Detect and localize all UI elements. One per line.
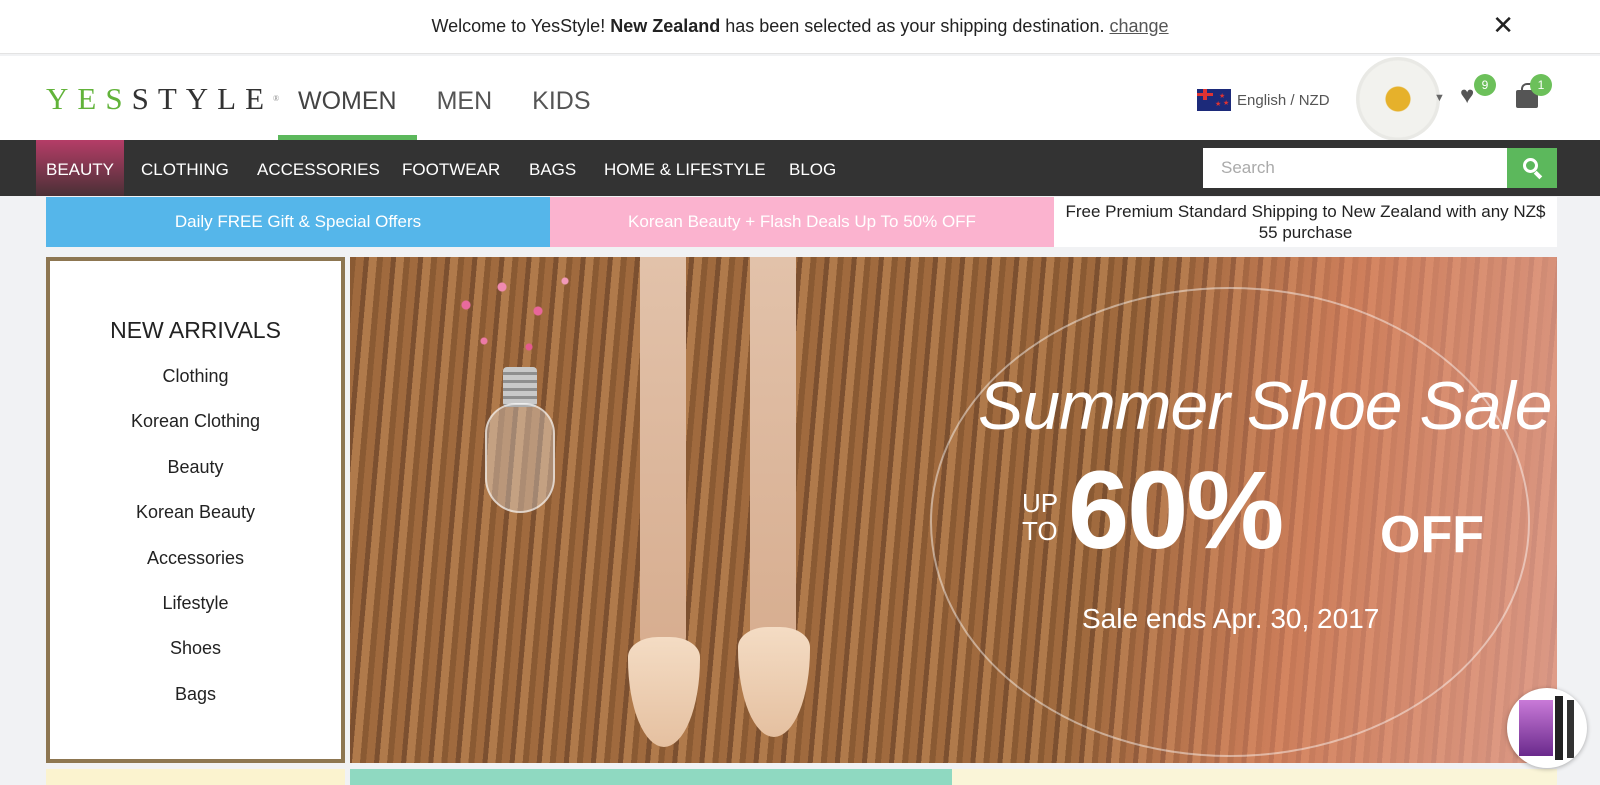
new-arrivals-item[interactable]: Beauty — [50, 445, 341, 490]
wishlist-button[interactable]: ♥ 9 — [1460, 74, 1496, 109]
model-legs-image — [620, 257, 850, 763]
new-arrivals-list: Clothing Korean Clothing Beauty Korean B… — [50, 354, 341, 717]
cart-button[interactable]: 1 — [1516, 74, 1552, 108]
new-arrivals-item[interactable]: Lifestyle — [50, 581, 341, 626]
new-arrivals-panel: NEW ARRIVALS Clothing Korean Clothing Be… — [46, 257, 345, 763]
wishlist-count-badge: 9 — [1474, 74, 1496, 96]
cart-count-badge: 1 — [1530, 74, 1552, 96]
category-bags[interactable]: BAGS — [529, 140, 576, 196]
gender-tabs: WOMEN MEN KIDS — [278, 56, 611, 140]
category-clothing[interactable]: CLOTHING — [141, 140, 229, 196]
new-arrivals-title: NEW ARRIVALS — [110, 317, 281, 343]
promo-tile[interactable] — [350, 769, 952, 785]
change-destination-link[interactable]: change — [1110, 16, 1169, 37]
locale-selector[interactable]: ★ ★ ★ English / NZD — [1197, 89, 1330, 111]
category-home-lifestyle[interactable]: HOME & LIFESTYLE — [604, 140, 766, 196]
search-input[interactable] — [1203, 148, 1507, 188]
notice-suffix: has been selected as your shipping desti… — [725, 16, 1105, 36]
new-arrivals-item[interactable]: Korean Clothing — [50, 399, 341, 444]
new-arrivals-item[interactable]: Clothing — [50, 354, 341, 399]
hero-banner-summer-shoe-sale[interactable]: Summer Shoe Sale UP TO 60% OFF Sale ends… — [350, 257, 1557, 763]
promo-daily-gift[interactable]: Daily FREE Gift & Special Offers — [46, 197, 550, 247]
banner-sale-ends: Sale ends Apr. 30, 2017 — [1082, 603, 1380, 634]
promo-korean-beauty[interactable]: Korean Beauty + Flash Deals Up To 50% OF… — [550, 197, 1054, 247]
tab-women[interactable]: WOMEN — [278, 56, 417, 140]
floating-product-thumbnail[interactable] — [1507, 688, 1587, 768]
site-header: YESSTYLE® WOMEN MEN KIDS ★ ★ ★ English /… — [0, 56, 1600, 141]
promo-free-shipping[interactable]: Free Premium Standard Shipping to New Ze… — [1054, 197, 1557, 247]
promo-tile[interactable] — [952, 769, 1557, 785]
flag-nz-icon: ★ ★ ★ — [1197, 89, 1231, 111]
locale-label: English / NZD — [1237, 91, 1330, 109]
category-blog[interactable]: BLOG — [789, 140, 836, 196]
banner-title: Summer Shoe Sale — [978, 368, 1553, 444]
tab-men[interactable]: MEN — [417, 56, 513, 140]
notice-country: New Zealand — [610, 16, 721, 36]
tab-kids[interactable]: KIDS — [512, 56, 610, 140]
notice-prefix: Welcome to YesStyle! — [431, 16, 606, 36]
search-button[interactable] — [1507, 148, 1557, 188]
heart-icon: ♥ — [1460, 82, 1475, 109]
close-icon[interactable]: ✕ — [1492, 10, 1514, 41]
new-arrivals-item[interactable]: Accessories — [50, 536, 341, 581]
category-footwear[interactable]: FOOTWEAR — [402, 140, 500, 196]
new-arrivals-item[interactable]: Bags — [50, 672, 341, 717]
banner-off: OFF — [1380, 506, 1484, 564]
shipping-notice-bar: Welcome to YesStyle! New Zealand has bee… — [0, 0, 1600, 54]
category-nav: BEAUTY CLOTHING ACCESSORIES FOOTWEAR BAG… — [0, 140, 1600, 196]
new-arrivals-item[interactable]: Shoes — [50, 626, 341, 671]
chevron-down-icon[interactable]: ▼ — [1434, 92, 1445, 104]
bulb-vase-decoration — [485, 367, 555, 542]
new-arrivals-item[interactable]: Korean Beauty — [50, 490, 341, 535]
avatar-daisy[interactable] — [1356, 57, 1440, 141]
promo-tile[interactable] — [46, 769, 345, 785]
flowers-decoration — [430, 257, 610, 377]
banner-up-to: UP TO — [1022, 488, 1059, 546]
category-accessories[interactable]: ACCESSORIES — [257, 140, 380, 196]
banner-percent: 60% — [1068, 449, 1284, 572]
category-beauty[interactable]: BEAUTY — [36, 140, 125, 196]
yesstyle-logo[interactable]: YESSTYLE® — [46, 82, 279, 116]
